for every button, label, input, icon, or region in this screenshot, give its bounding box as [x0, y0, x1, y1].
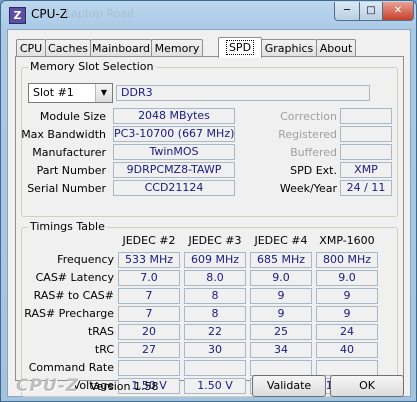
spd-page: Memory Slot Selection Slot #1 ▼ DDR3 Mod…: [15, 56, 404, 397]
close-icon: ✕: [393, 5, 403, 16]
timing-cell: 685 MHz: [250, 252, 312, 268]
title-bar[interactable]: Z CPU-Z Laptop Road ─ □ ✕: [1, 1, 416, 29]
timing-cell: 533 MHz: [118, 252, 180, 268]
serial-number-label: Serial Number: [27, 182, 106, 195]
max-bandwidth-label: Max Bandwidth: [21, 128, 106, 141]
validate-button[interactable]: Validate: [252, 375, 326, 397]
timing-cell: 8.0: [184, 270, 246, 286]
timings-group: Timings Table JEDEC #2 JEDEC #3 JEDEC #4…: [21, 220, 398, 397]
timing-cell: 22: [184, 324, 246, 340]
column-header: JEDEC #2: [122, 234, 176, 247]
timing-cell: [316, 360, 378, 376]
cpuz-window: Z CPU-Z Laptop Road ─ □ ✕ CPU Caches Mai…: [0, 0, 417, 402]
timings-group-title: Timings Table: [28, 220, 107, 233]
slot-select-value: Slot #1: [33, 86, 74, 99]
timing-row-label: tRC: [94, 343, 114, 356]
tab-caches[interactable]: Caches: [45, 39, 91, 57]
timing-cell: 9.0: [316, 270, 378, 286]
module-size-field: 2048 MBytes: [113, 108, 235, 124]
correction-label: Correction: [280, 110, 337, 123]
column-header: JEDEC #3: [188, 234, 242, 247]
timing-cell: 9: [316, 306, 378, 322]
timing-cell: 9: [316, 288, 378, 304]
memory-type-field: DDR3: [116, 85, 370, 101]
part-number-label: Part Number: [36, 164, 106, 177]
version-label: Version 1.58: [90, 380, 159, 393]
timing-cell: 8: [184, 306, 246, 322]
spd-ext-label: SPD Ext.: [290, 164, 337, 177]
part-number-field: 9DRPCMZ8-TAWP: [113, 162, 235, 178]
timing-cell: 40: [316, 342, 378, 358]
maximize-button[interactable]: □: [359, 2, 383, 21]
window-title: CPU-Z: [31, 7, 68, 21]
tab-label: SPD: [225, 40, 255, 55]
timing-row-label: RAS# Precharge: [24, 307, 114, 320]
tab-cpu[interactable]: CPU: [16, 39, 46, 57]
timing-cell: 7: [118, 288, 180, 304]
timing-row-label: RAS# to CAS#: [33, 289, 114, 302]
minimize-button[interactable]: ─: [334, 2, 360, 21]
timing-cell: 609 MHz: [184, 252, 246, 268]
timing-cell: 9.0: [250, 270, 312, 286]
cpuz-logo: CPU-Z: [16, 376, 80, 396]
minimize-icon: ─: [343, 5, 351, 16]
tab-graphics[interactable]: Graphics: [261, 39, 317, 57]
slot-select[interactable]: Slot #1 ▼: [28, 83, 113, 103]
timing-cell: 8: [184, 288, 246, 304]
tab-label: CPU: [19, 42, 43, 55]
buffered-field: [340, 144, 392, 160]
timing-cell: 34: [250, 342, 312, 358]
memory-slot-group: Memory Slot Selection Slot #1 ▼ DDR3 Mod…: [21, 60, 398, 217]
manufacturer-field: TwinMOS: [113, 144, 235, 160]
background-window-title: Laptop Road: [65, 7, 134, 20]
chevron-down-icon[interactable]: ▼: [95, 84, 112, 102]
timing-cell: 24: [316, 324, 378, 340]
timing-cell: 27: [118, 342, 180, 358]
timing-row-label: tRAS: [87, 325, 114, 338]
timing-cell: 9: [250, 306, 312, 322]
close-button[interactable]: ✕: [382, 2, 414, 21]
tab-memory[interactable]: Memory: [151, 39, 203, 57]
buffered-label: Buffered: [290, 146, 337, 159]
week-year-field: 24 / 11: [340, 180, 392, 196]
cpuz-app-icon: Z: [9, 7, 26, 24]
tab-mainboard[interactable]: Mainboard: [90, 39, 152, 57]
timing-row-label: CAS# Latency: [35, 271, 114, 284]
module-size-label: Module Size: [39, 110, 106, 123]
timing-cell: [250, 360, 312, 376]
manufacturer-label: Manufacturer: [32, 146, 106, 159]
timing-row-label: Frequency: [57, 253, 114, 266]
tab-about[interactable]: About: [316, 39, 356, 57]
week-year-label: Week/Year: [279, 182, 337, 195]
serial-number-field: CCD21124: [113, 180, 235, 196]
timing-cell: [118, 360, 180, 376]
column-header: XMP-1600: [319, 234, 375, 247]
timing-cell: 800 MHz: [316, 252, 378, 268]
registered-label: Registered: [278, 128, 337, 141]
correction-field: [340, 108, 392, 124]
column-header: JEDEC #4: [254, 234, 308, 247]
spd-ext-field: XMP: [340, 162, 392, 178]
timing-cell: 30: [184, 342, 246, 358]
tab-label: About: [319, 42, 353, 55]
client-area: CPU Caches Mainboard Memory SPD Graphics…: [7, 29, 411, 397]
registered-field: [340, 126, 392, 142]
memory-slot-group-title: Memory Slot Selection: [28, 60, 156, 73]
timing-cell: 25: [250, 324, 312, 340]
timing-cell: 20: [118, 324, 180, 340]
timing-cell: 9: [250, 288, 312, 304]
tab-label: Memory: [154, 42, 200, 55]
timing-cell: [184, 360, 246, 376]
tab-spd[interactable]: SPD: [218, 37, 262, 58]
footer-bar: CPU-Z Version 1.58 Validate OK: [8, 375, 410, 397]
tab-label: Graphics: [264, 42, 314, 55]
tab-label: Mainboard: [91, 42, 151, 55]
timing-cell: 7.0: [118, 270, 180, 286]
maximize-icon: □: [366, 5, 376, 16]
timing-cell: 7: [118, 306, 180, 322]
max-bandwidth-field: PC3-10700 (667 MHz): [113, 126, 235, 142]
tab-label: Caches: [48, 42, 88, 55]
ok-button[interactable]: OK: [330, 375, 404, 397]
timing-row-label: Command Rate: [28, 361, 114, 374]
